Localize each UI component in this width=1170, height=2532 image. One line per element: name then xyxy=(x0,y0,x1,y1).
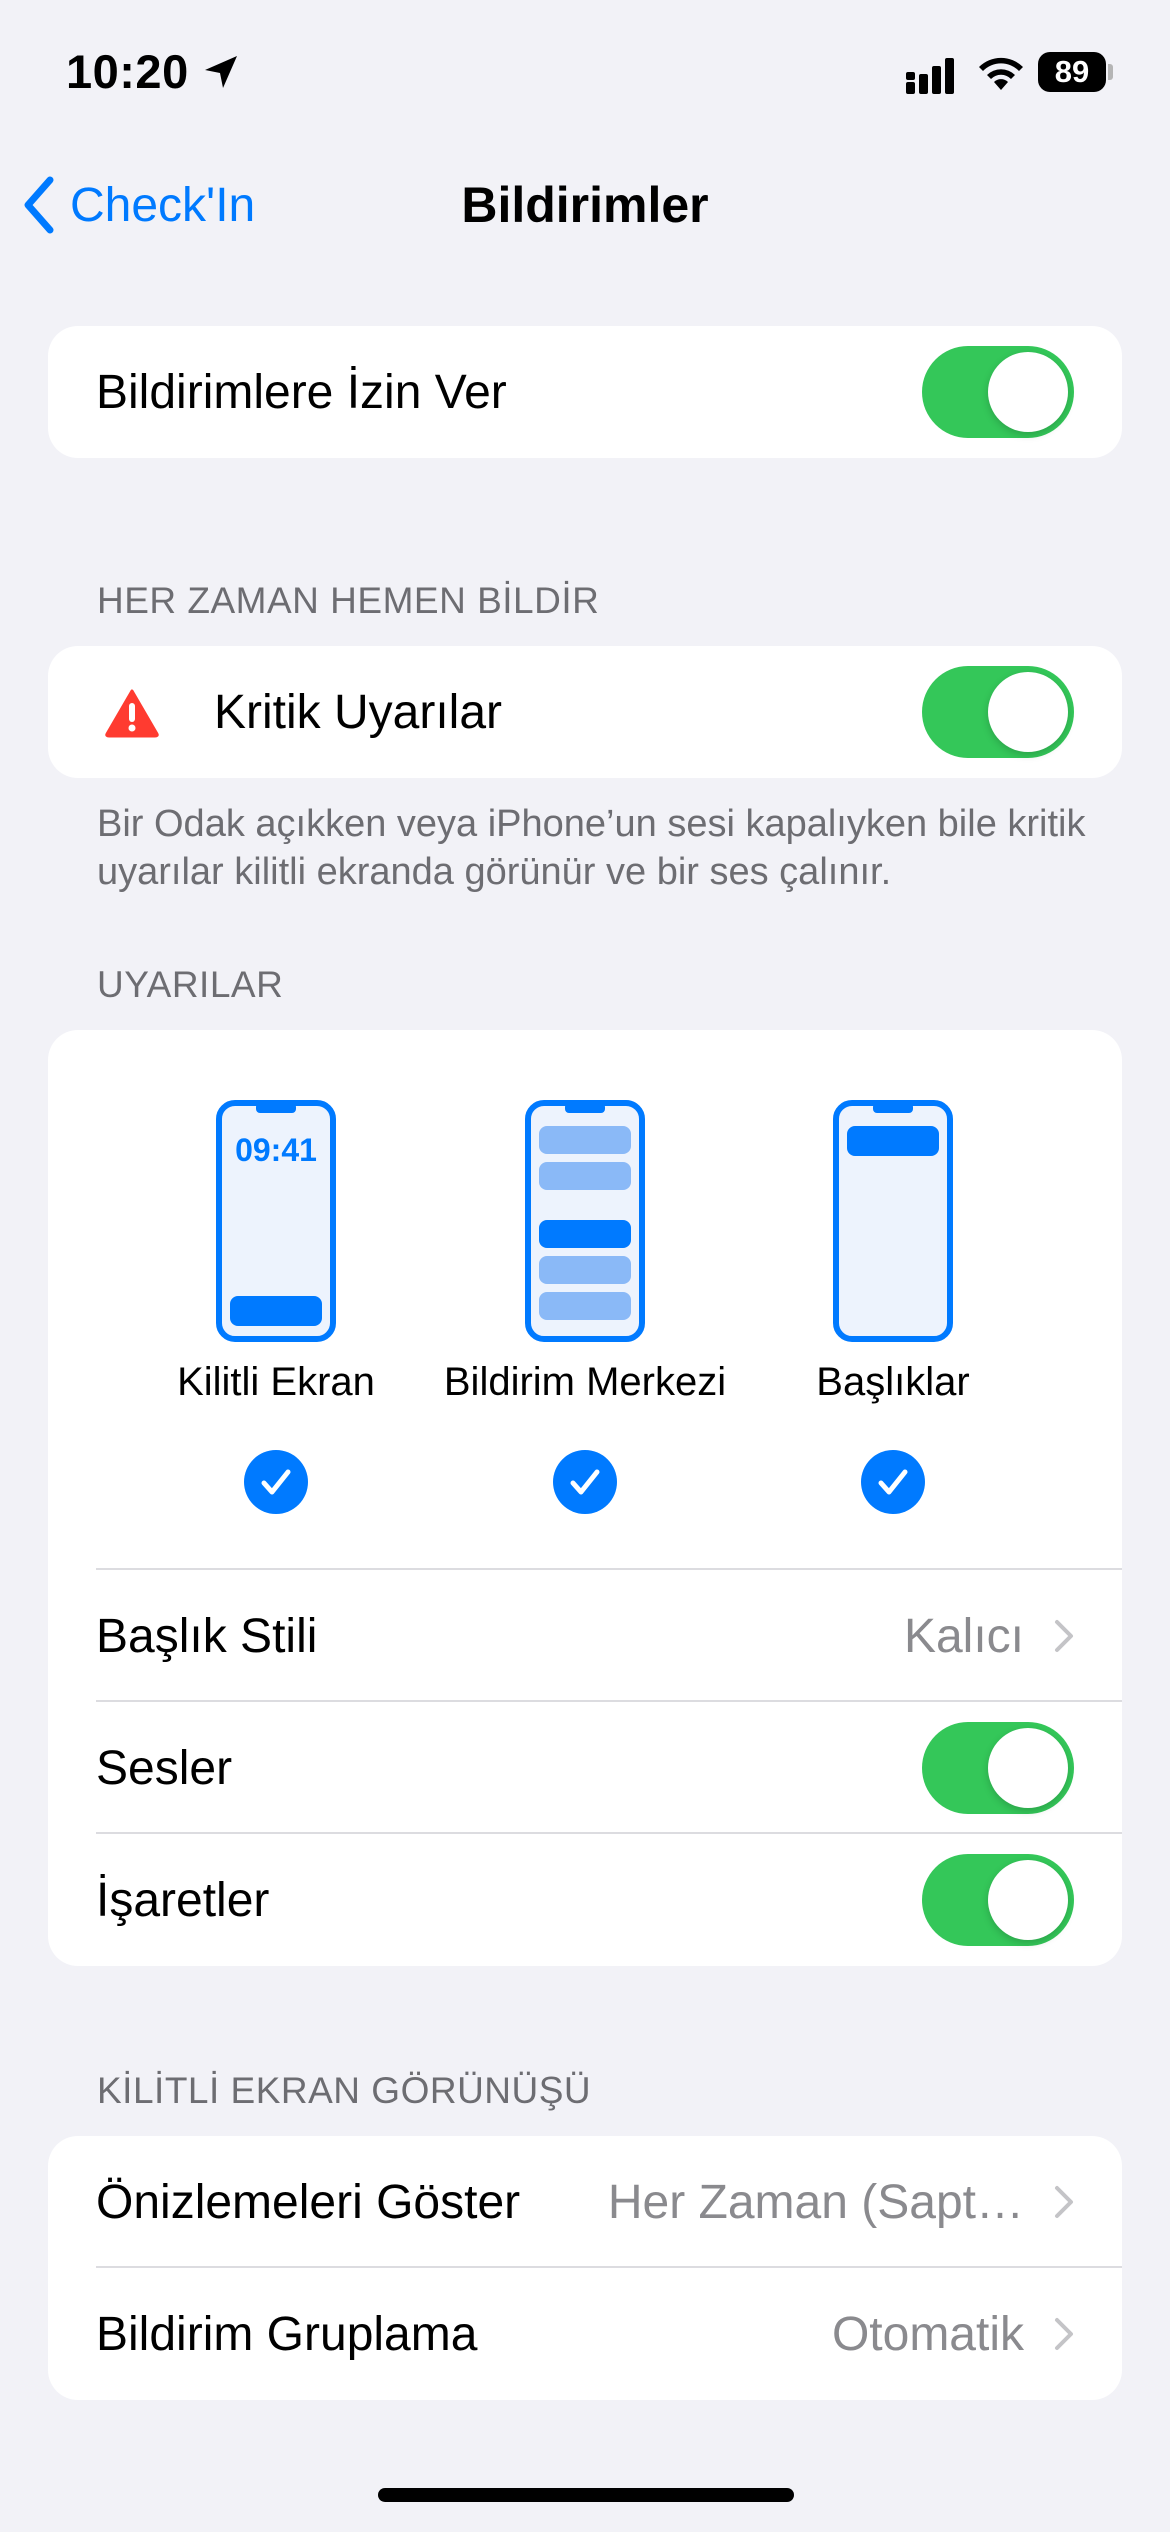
alert-style-label: Bildirim Merkezi xyxy=(443,1360,727,1404)
banner-style-value: Kalıcı xyxy=(903,1609,1024,1663)
sounds-row: Sesler xyxy=(48,1702,1122,1834)
checkmark-icon xyxy=(261,1469,291,1495)
banner-style-row[interactable]: Başlık Stili Kalıcı xyxy=(48,1570,1122,1702)
show-previews-label: Önizlemeleri Göster xyxy=(96,2175,521,2229)
alerts-section-header: UYARILAR xyxy=(97,964,284,1005)
critical-footer: Bir Odak açıkken veya iPhone’un sesi kap… xyxy=(97,803,1086,893)
badges-row: İşaretler xyxy=(48,1834,1122,1966)
alerts-settings: Başlık Stili Kalıcı Sesler İşaretler xyxy=(48,1570,1122,1966)
critical-group: Kritik Uyarılar xyxy=(48,646,1122,778)
status-time: 10:20 xyxy=(66,45,189,98)
battery-nub xyxy=(1108,64,1113,80)
show-previews-value: Her Zaman (Sapt… xyxy=(607,2175,1024,2229)
notification-grouping-value: Otomatik xyxy=(831,2307,1024,2361)
home-indicator[interactable] xyxy=(378,2488,794,2502)
alert-style-label: Başlıklar xyxy=(816,1360,970,1404)
lock-screen-clock: 09:41 xyxy=(235,1132,317,1168)
banners-phone-icon xyxy=(833,1100,953,1342)
badges-toggle[interactable] xyxy=(922,1854,1074,1946)
lock-screen-group: Önizlemeleri Göster Her Zaman (Sapt… Bil… xyxy=(48,2136,1122,2400)
critical-section-header: HER ZAMAN HEMEN BİLDİR xyxy=(97,580,600,621)
toggle-knob xyxy=(988,352,1068,432)
alerts-group: 09:41 Kilitli Ekran Bildirim Merkezi Baş… xyxy=(48,1030,1122,1966)
critical-alerts-row: Kritik Uyarılar xyxy=(48,646,1122,778)
notification-center-phone-icon xyxy=(525,1100,645,1342)
critical-alerts-toggle[interactable] xyxy=(922,666,1074,758)
chevron-right-icon xyxy=(1055,2318,1073,2350)
allow-notifications-toggle[interactable] xyxy=(922,346,1074,438)
sounds-toggle[interactable] xyxy=(922,1722,1074,1814)
notification-center-checkmark[interactable] xyxy=(553,1450,617,1514)
critical-alerts-label: Kritik Uyarılar xyxy=(214,685,503,739)
show-previews-row[interactable]: Önizlemeleri Göster Her Zaman (Sapt… xyxy=(48,2136,1122,2268)
badges-label: İşaretler xyxy=(96,1873,270,1927)
allow-notifications-row: Bildirimlere İzin Ver xyxy=(48,326,1122,458)
location-arrow-icon xyxy=(205,56,237,88)
lock-screen-section-header: KİLİTLİ EKRAN GÖRÜNÜŞÜ xyxy=(97,2070,592,2111)
notification-grouping-label: Bildirim Gruplama xyxy=(96,2307,478,2361)
checkmark-icon xyxy=(878,1469,908,1495)
battery-icon: 89 xyxy=(1038,52,1106,92)
status-bar: 10:20 89 xyxy=(0,0,1170,150)
warning-icon xyxy=(105,689,159,738)
cellular-signal-icon xyxy=(906,58,954,94)
notification-grouping-detail: Otomatik xyxy=(832,2268,1074,2400)
chevron-right-icon xyxy=(1055,2186,1073,2218)
show-previews-detail: Her Zaman (Sapt… xyxy=(608,2136,1074,2268)
toggle-knob xyxy=(988,672,1068,752)
banners-checkmark[interactable] xyxy=(861,1450,925,1514)
toggle-knob xyxy=(988,1860,1068,1940)
allow-notifications-label: Bildirimlere İzin Ver xyxy=(96,365,507,419)
alert-styles: 09:41 Kilitli Ekran Bildirim Merkezi Baş… xyxy=(48,1030,1122,1570)
chevron-right-icon xyxy=(1055,1620,1073,1652)
checkmark-icon xyxy=(570,1469,600,1495)
banner-style-label: Başlık Stili xyxy=(96,1609,318,1663)
notification-grouping-row[interactable]: Bildirim Gruplama Otomatik xyxy=(48,2268,1122,2400)
page-title: Bildirimler xyxy=(461,177,709,233)
lock-screen-checkmark[interactable] xyxy=(244,1450,308,1514)
wifi-icon xyxy=(979,57,1023,90)
sounds-label: Sesler xyxy=(96,1741,233,1795)
banner-style-detail: Kalıcı xyxy=(904,1570,1074,1702)
toggle-knob xyxy=(988,1728,1068,1808)
allow-group: Bildirimlere İzin Ver xyxy=(48,326,1122,458)
alert-style-label: Kilitli Ekran xyxy=(177,1360,375,1404)
